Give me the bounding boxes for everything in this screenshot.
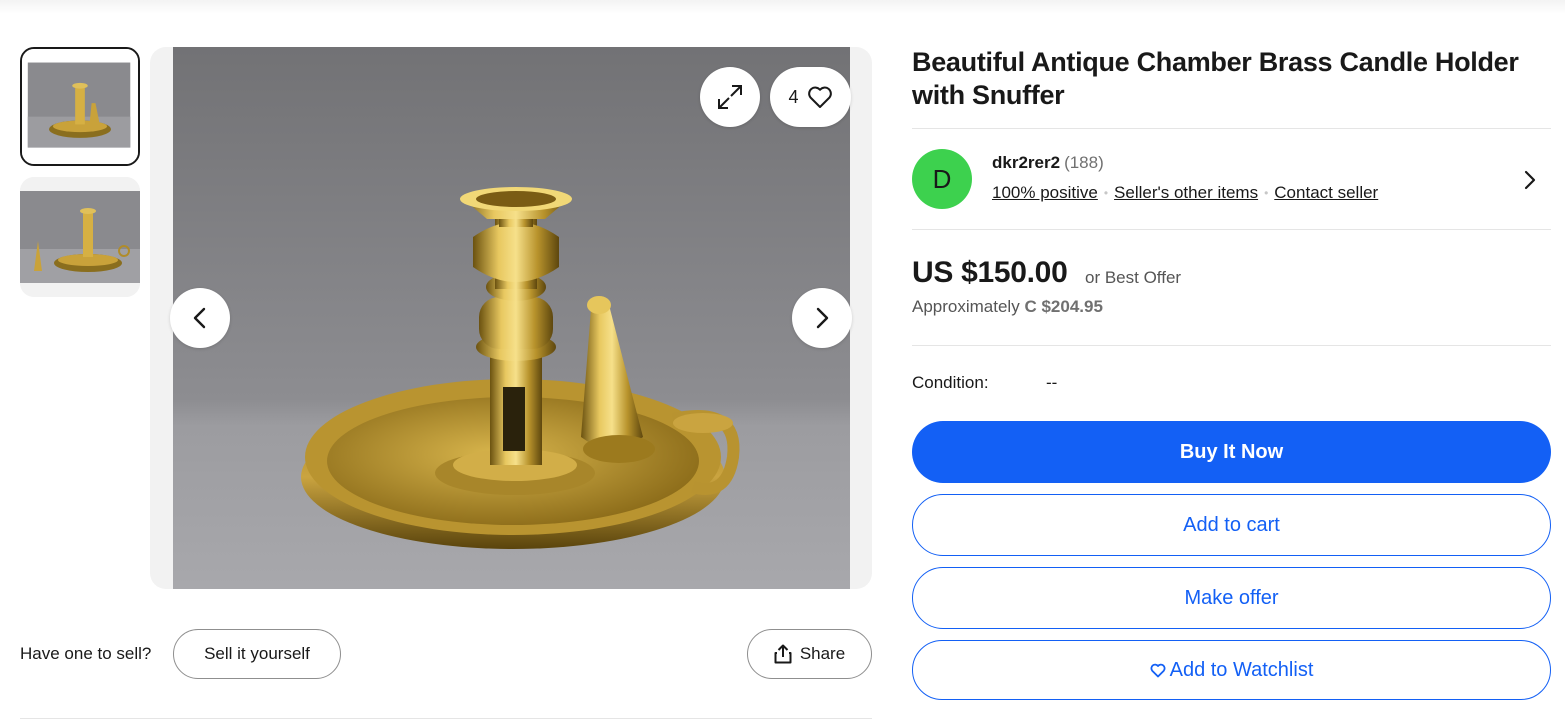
contact-seller-link[interactable]: Contact seller <box>1274 183 1378 203</box>
condition-label: Condition: <box>912 373 989 392</box>
chevron-right-icon <box>1524 170 1536 190</box>
divider <box>912 229 1551 230</box>
main-product-image[interactable] <box>173 47 850 589</box>
thumbnail-2[interactable] <box>20 177 140 297</box>
seller-links: 100% positive • Seller's other items • C… <box>992 183 1378 203</box>
expand-image-button[interactable] <box>700 67 760 127</box>
seller-avatar[interactable]: D <box>912 149 972 209</box>
thumbnail-1-image <box>22 49 138 164</box>
heart-icon <box>807 86 832 108</box>
have-one-to-sell-text: Have one to sell? <box>20 644 152 663</box>
approx-label: Approximately <box>912 297 1020 316</box>
add-to-watchlist-button[interactable]: Add to Watchlist <box>912 640 1551 700</box>
best-offer-text: or Best Offer <box>1085 268 1182 287</box>
sell-it-yourself-button[interactable]: Sell it yourself <box>173 629 341 679</box>
separator-dot: • <box>1103 186 1109 200</box>
make-offer-button[interactable]: Make offer <box>912 567 1551 629</box>
chevron-left-icon <box>193 307 206 329</box>
seller-name[interactable]: dkr2rer2 <box>992 153 1060 172</box>
seller-details-button[interactable] <box>1521 168 1539 197</box>
seller-other-items-link[interactable]: Seller's other items <box>1114 183 1258 203</box>
listing-title: Beautiful Antique Chamber Brass Candle H… <box>912 47 1519 110</box>
chevron-right-icon <box>816 307 829 329</box>
add-to-cart-button[interactable]: Add to cart <box>912 494 1551 556</box>
condition-value: -- <box>1046 373 1058 392</box>
expand-icon <box>718 85 742 109</box>
watch-count: 4 <box>788 86 799 107</box>
share-icon <box>774 644 792 664</box>
next-image-button[interactable] <box>792 288 852 348</box>
divider <box>20 718 872 719</box>
approximate-price: Approximately C $204.95 <box>912 297 1103 317</box>
divider <box>912 128 1551 129</box>
thumbnail-2-image <box>20 177 140 297</box>
buy-it-now-button[interactable]: Buy It Now <box>912 421 1551 483</box>
separator-dot: • <box>1264 186 1269 200</box>
main-image-frame <box>150 47 872 589</box>
price: US $150.00 <box>912 256 1068 289</box>
approx-value: C $204.95 <box>1024 297 1103 316</box>
divider <box>912 345 1551 346</box>
watch-count-button[interactable]: 4 <box>770 67 851 127</box>
seller-feedback-count: (188) <box>1064 153 1104 172</box>
thumbnail-1[interactable] <box>20 47 140 166</box>
top-shadow <box>0 0 1565 14</box>
watchlist-label: Add to Watchlist <box>1169 658 1314 681</box>
share-button[interactable]: Share <box>747 629 872 679</box>
seller-positive-link[interactable]: 100% positive <box>992 183 1098 203</box>
previous-image-button[interactable] <box>170 288 230 348</box>
share-label: Share <box>799 644 846 663</box>
heart-icon <box>1150 663 1166 677</box>
seller-name-row: dkr2rer2 (188) <box>992 153 1104 173</box>
